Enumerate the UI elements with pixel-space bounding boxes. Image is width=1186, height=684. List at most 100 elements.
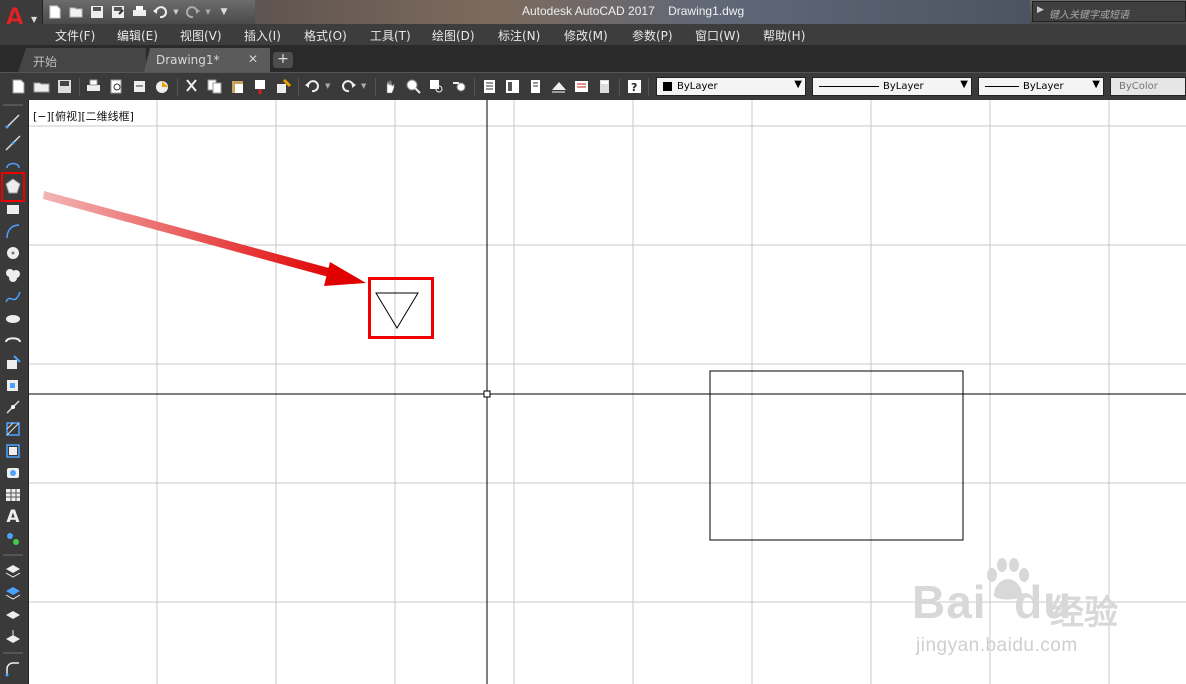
plotstyle-control[interactable]: ByColor <box>1110 77 1186 96</box>
plot-preview-icon[interactable] <box>108 78 125 95</box>
3d-dwf-icon[interactable] <box>154 78 171 95</box>
menu-draw[interactable]: 绘图(D) <box>432 27 475 44</box>
construction-line-icon[interactable] <box>4 134 22 152</box>
line-icon[interactable] <box>4 112 22 130</box>
triangle-highlight <box>368 277 434 339</box>
open-icon[interactable] <box>33 78 50 95</box>
new-icon[interactable] <box>46 3 64 21</box>
search-input[interactable]: ▶ 键入关键字或短语 <box>1032 1 1186 22</box>
window-title: Autodesk AutoCAD 2017 Drawing1.dwg <box>522 4 745 18</box>
linetype-value: ByLayer <box>883 81 924 92</box>
plot-icon[interactable] <box>85 78 102 95</box>
viewport-controls[interactable]: [−][俯视][二维线框] <box>33 108 134 124</box>
linetype-sample <box>819 86 879 87</box>
tool-palettes-icon[interactable] <box>527 78 544 95</box>
revision-cloud-icon[interactable] <box>4 266 22 284</box>
calculator-icon[interactable] <box>596 78 613 95</box>
standard-toolbar: ▼ ▼ ? ByLayer ▼ ByLayer ▼ ByLayer ▼ ByCo… <box>0 72 1186 101</box>
menu-format[interactable]: 格式(O) <box>304 27 347 44</box>
layer-properties-icon[interactable] <box>4 562 22 580</box>
table-icon[interactable] <box>4 486 22 504</box>
menu-file[interactable]: 文件(F) <box>55 27 95 44</box>
zoom-previous-icon[interactable] <box>451 78 468 95</box>
customize-qat-icon[interactable]: ▼ <box>215 3 233 21</box>
save-icon[interactable] <box>88 3 106 21</box>
pan-icon[interactable] <box>382 78 399 95</box>
undo-dropdown-icon[interactable]: ▼ <box>325 82 333 99</box>
file-tabs: 开始 Drawing1* ✕ + <box>0 45 1186 72</box>
add-selected-icon[interactable] <box>4 530 22 548</box>
chevron-down-icon: ▼ <box>31 15 38 24</box>
tab-drawing1[interactable]: Drawing1* ✕ <box>144 48 270 72</box>
linetype-control[interactable]: ByLayer ▼ <box>812 77 972 96</box>
zoom-realtime-icon[interactable] <box>405 78 422 95</box>
print-icon[interactable] <box>130 3 148 21</box>
save-as-icon[interactable] <box>109 3 127 21</box>
plotstyle-value: ByColor <box>1119 81 1158 92</box>
close-icon[interactable]: ✕ <box>248 52 258 66</box>
lineweight-value: ByLayer <box>1023 81 1064 92</box>
gradient-icon[interactable] <box>4 442 22 460</box>
match-properties-icon[interactable] <box>252 78 269 95</box>
point-icon[interactable] <box>4 398 22 416</box>
redo-icon[interactable] <box>183 3 201 21</box>
menu-insert[interactable]: 插入(I) <box>244 27 281 44</box>
multiline-text-icon[interactable]: A <box>4 508 22 526</box>
tab-start[interactable]: 开始 <box>18 48 146 72</box>
redo-dropdown-icon[interactable]: ▼ <box>204 3 212 21</box>
fillet-icon[interactable] <box>4 660 22 678</box>
ellipse-icon[interactable] <box>4 310 22 328</box>
watermark-zh: 经验 <box>1050 593 1118 633</box>
layer-isolate-icon[interactable] <box>4 628 22 646</box>
sheet-set-icon[interactable] <box>550 78 567 95</box>
insert-block-icon[interactable] <box>4 354 22 372</box>
menu-parameter[interactable]: 参数(P) <box>632 27 673 44</box>
chevron-down-icon: ▼ <box>794 79 802 90</box>
layer-states-icon[interactable] <box>4 584 22 602</box>
circle-icon[interactable] <box>4 244 22 262</box>
menu-dimension[interactable]: 标注(N) <box>498 27 540 44</box>
menu-window[interactable]: 窗口(W) <box>695 27 740 44</box>
menu-edit[interactable]: 编辑(E) <box>117 27 158 44</box>
design-center-icon[interactable] <box>504 78 521 95</box>
svg-text:?: ? <box>631 81 637 94</box>
rectangle-icon[interactable] <box>4 200 22 218</box>
menu-bar: 文件(F) 编辑(E) 视图(V) 插入(I) 格式(O) 工具(T) 绘图(D… <box>0 24 1186 45</box>
new-tab-button[interactable]: + <box>273 52 293 68</box>
expand-arrow-icon[interactable]: ▶ <box>1037 5 1044 15</box>
layer-previous-icon[interactable] <box>4 606 22 624</box>
watermark-url: jingyan.baidu.com <box>916 635 1078 656</box>
markup-set-icon[interactable] <box>573 78 590 95</box>
copy-icon[interactable] <box>206 78 223 95</box>
quick-access-toolbar: ▼ ▼ ▼ <box>46 2 233 22</box>
lineweight-control[interactable]: ByLayer ▼ <box>978 77 1104 96</box>
new-icon[interactable] <box>10 78 27 95</box>
make-block-icon[interactable] <box>4 376 22 394</box>
properties-icon[interactable] <box>481 78 498 95</box>
color-swatch <box>663 82 672 91</box>
redo-dropdown-icon[interactable]: ▼ <box>361 82 369 99</box>
color-control[interactable]: ByLayer ▼ <box>656 77 806 96</box>
menu-view[interactable]: 视图(V) <box>180 27 222 44</box>
undo-icon[interactable] <box>304 78 321 95</box>
ellipse-arc-icon[interactable] <box>4 332 22 350</box>
menu-modify[interactable]: 修改(M) <box>564 27 608 44</box>
redo-icon[interactable] <box>340 78 357 95</box>
hatch-icon[interactable] <box>4 420 22 438</box>
undo-dropdown-icon[interactable]: ▼ <box>172 3 180 21</box>
block-editor-icon[interactable] <box>275 78 292 95</box>
save-icon[interactable] <box>56 78 73 95</box>
menu-help[interactable]: 帮助(H) <box>763 27 805 44</box>
publish-icon[interactable] <box>131 78 148 95</box>
help-icon[interactable]: ? <box>626 78 643 95</box>
undo-icon[interactable] <box>151 3 169 21</box>
region-icon[interactable] <box>4 464 22 482</box>
color-value: ByLayer <box>677 81 718 92</box>
arc-icon[interactable] <box>4 222 22 240</box>
paste-icon[interactable] <box>229 78 246 95</box>
menu-tools[interactable]: 工具(T) <box>370 27 411 44</box>
open-icon[interactable] <box>67 3 85 21</box>
cut-icon[interactable] <box>183 78 200 95</box>
spline-icon[interactable] <box>4 288 22 306</box>
zoom-window-icon[interactable] <box>428 78 445 95</box>
